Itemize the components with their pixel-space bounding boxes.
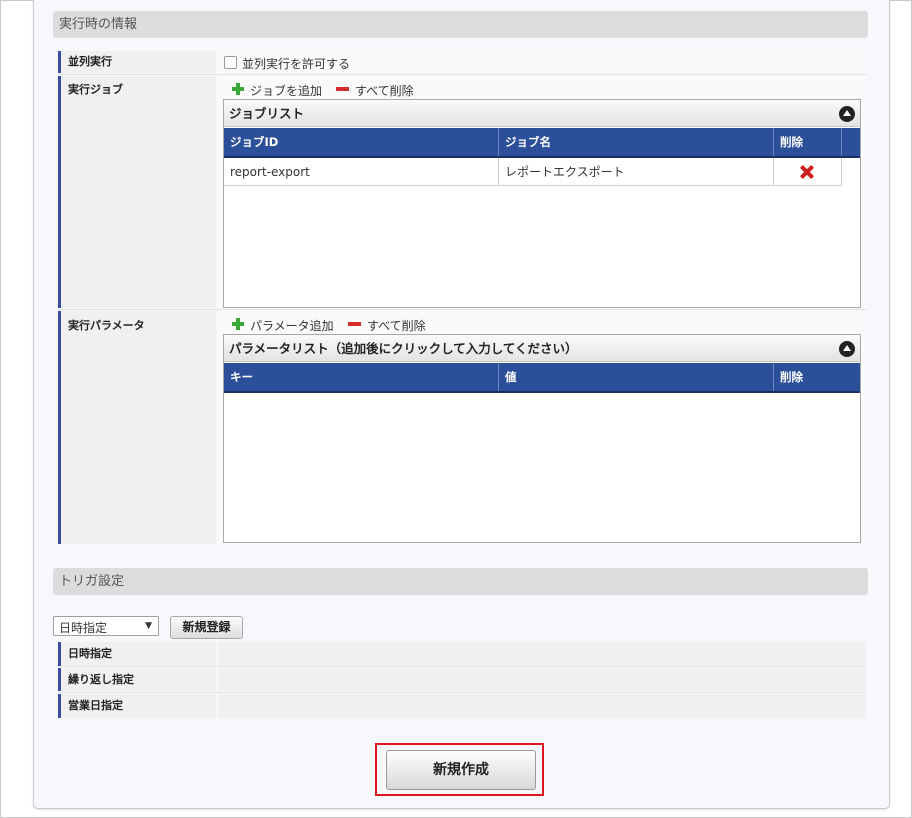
trigger-row-business-day-value (218, 694, 866, 718)
row-divider (58, 309, 866, 310)
column-header-delete[interactable]: 削除 (774, 128, 842, 156)
param-list-grid: パラメータリスト（追加後にクリックして入力してください） キー 値 削除 (223, 334, 861, 543)
column-header-job-id[interactable]: ジョブID (224, 128, 499, 156)
add-icon[interactable] (232, 318, 244, 330)
add-param-link[interactable]: パラメータ追加 (250, 317, 334, 334)
params-label: 実行パラメータ (58, 311, 216, 544)
delete-icon[interactable] (800, 165, 814, 179)
jobs-label: 実行ジョブ (58, 76, 216, 308)
row-divider (58, 692, 866, 693)
column-header-value[interactable]: 値 (499, 363, 774, 391)
add-job-link[interactable]: ジョブを追加 (250, 82, 322, 99)
delete-all-params-link[interactable]: すべて削除 (367, 317, 426, 334)
parallel-label: 並列実行 (58, 51, 216, 73)
column-header-delete[interactable]: 削除 (774, 363, 860, 391)
job-list-header: ジョブID ジョブ名 削除 (224, 128, 860, 158)
runtime-section-header: 実行時の情報 (53, 11, 868, 38)
trigger-row-business-day: 営業日指定 (58, 694, 216, 718)
job-name-cell[interactable]: レポートエクスポート (499, 158, 774, 186)
column-header-job-name[interactable]: ジョブ名 (499, 128, 774, 156)
parallel-checkbox-label[interactable]: 並列実行を許可する (242, 55, 350, 72)
job-id-cell[interactable]: report-export (224, 158, 499, 186)
dropdown-caret-icon: ▼ (145, 621, 152, 631)
param-list-header: キー 値 削除 (224, 363, 860, 393)
param-list-title: パラメータリスト（追加後にクリックして入力してください） (224, 335, 860, 362)
parallel-checkbox[interactable] (224, 56, 237, 69)
remove-icon[interactable] (336, 87, 349, 91)
column-header-key[interactable]: キー (224, 363, 499, 391)
remove-icon[interactable] (348, 322, 361, 326)
trigger-section-header: トリガ設定 (53, 568, 868, 595)
trigger-type-value: 日時指定 (59, 621, 108, 635)
row-divider (58, 666, 866, 667)
trigger-row-repeat-value (218, 668, 866, 691)
add-icon[interactable] (232, 83, 244, 95)
job-list-grid: ジョブリスト ジョブID ジョブ名 削除 report-export レポートエ… (223, 99, 861, 308)
trigger-type-select[interactable]: 日時指定 ▼ (53, 616, 159, 636)
trigger-row-datetime-value (218, 642, 866, 666)
register-button[interactable]: 新規登録 (170, 616, 243, 639)
collapse-icon[interactable] (839, 106, 855, 122)
collapse-icon[interactable] (839, 341, 855, 357)
job-list-title: ジョブリスト (224, 100, 860, 127)
create-button[interactable]: 新規作成 (386, 750, 536, 790)
trigger-row-repeat: 繰り返し指定 (58, 668, 216, 691)
row-divider (58, 74, 866, 75)
job-delete-cell[interactable] (774, 158, 842, 186)
delete-all-jobs-link[interactable]: すべて削除 (355, 82, 414, 99)
trigger-row-datetime: 日時指定 (58, 642, 216, 666)
